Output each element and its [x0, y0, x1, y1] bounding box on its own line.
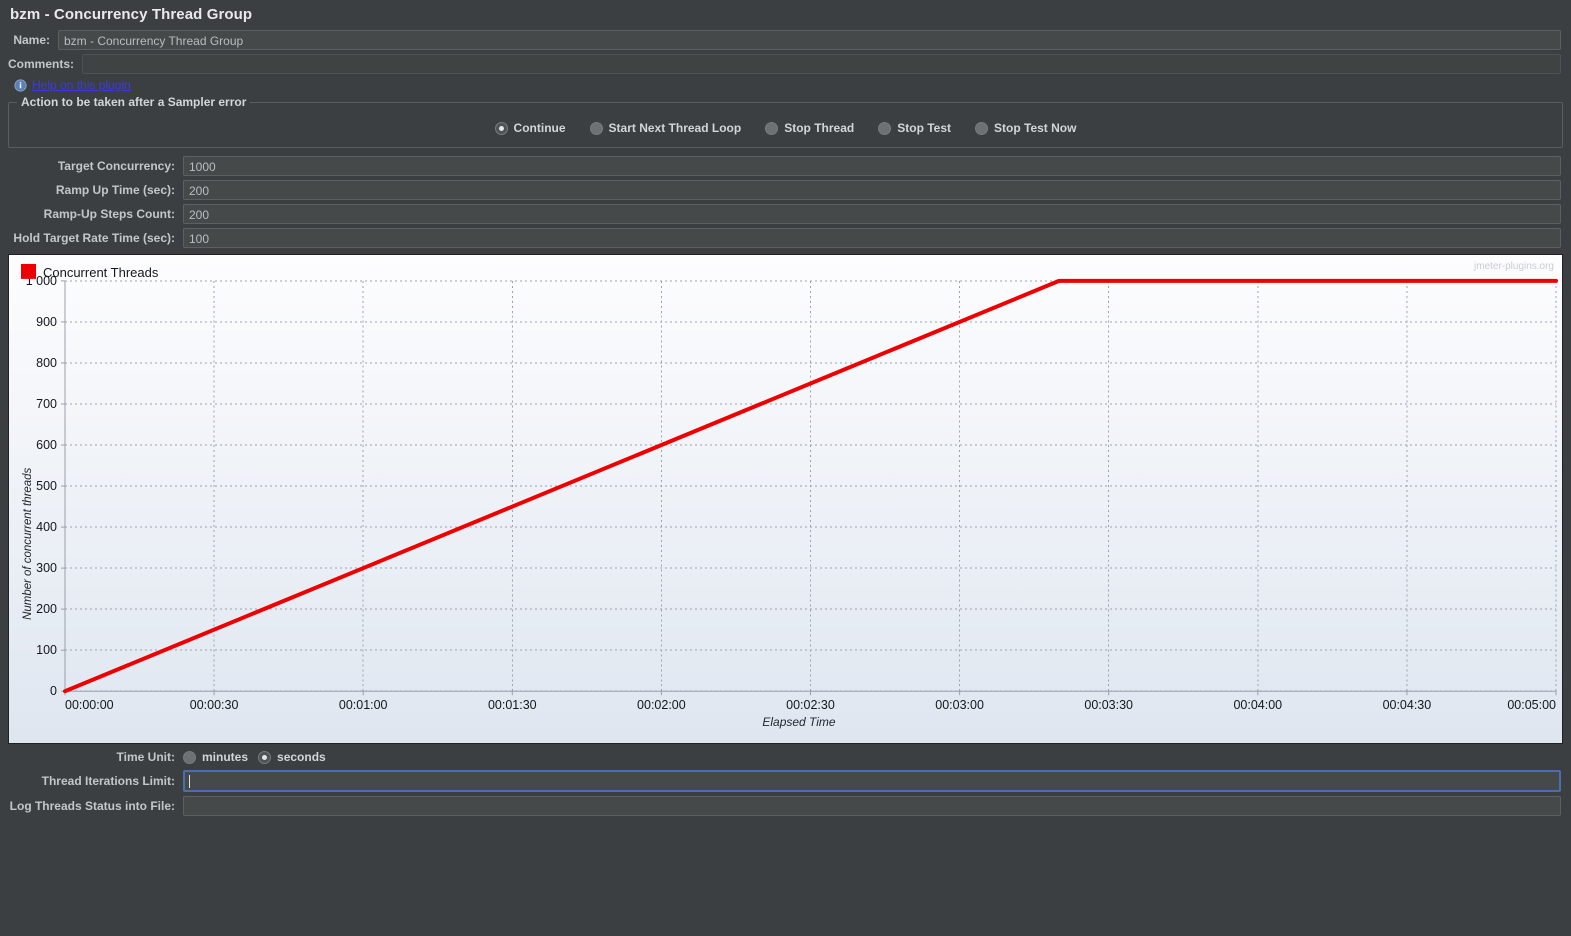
radio-stop-thread-label: Stop Thread	[784, 121, 855, 135]
radio-stop-thread-indicator[interactable]	[765, 121, 779, 135]
sampler-error-radio-group: Continue Start Next Thread Loop Stop Thr…	[9, 121, 1562, 135]
legend-color-swatch	[21, 263, 36, 279]
help-on-this-plugin-link[interactable]: Help on this plugin	[32, 78, 131, 92]
radio-minutes-label: minutes	[202, 750, 249, 764]
radio-stop-test[interactable]: Stop Test	[878, 121, 951, 135]
radio-minutes-indicator[interactable]	[183, 750, 196, 764]
svg-text:00:05:00: 00:05:00	[1507, 698, 1556, 712]
svg-text:500: 500	[36, 479, 57, 493]
chart-svg: 01002003004005006007008009001 000 00:00:…	[9, 255, 1562, 743]
sampler-error-group: Action to be taken after a Sampler error…	[8, 95, 1563, 148]
name-row: Name: bzm - Concurrency Thread Group	[0, 30, 1571, 50]
target-concurrency-row: Target Concurrency: 1000	[0, 156, 1571, 176]
svg-text:00:00:30: 00:00:30	[190, 698, 239, 712]
ramp-up-steps-count-label: Ramp-Up Steps Count:	[43, 207, 175, 221]
radio-seconds[interactable]: seconds	[258, 750, 326, 764]
svg-text:0: 0	[50, 684, 57, 698]
svg-text:800: 800	[36, 356, 57, 370]
chart-x-axis-label: Elapsed Time	[762, 715, 836, 729]
comments-row: Comments:	[0, 54, 1571, 74]
concurrency-preview-chart: 0 100 200 300 400 500 600 700 800 900 1 000 00:00:…	[8, 254, 1563, 744]
hold-target-rate-time-row: Hold Target Rate Time (sec): 100	[0, 228, 1571, 248]
svg-text:600: 600	[36, 438, 57, 452]
radio-seconds-label: seconds	[277, 750, 326, 764]
log-threads-status-row: Log Threads Status into File:	[0, 796, 1571, 816]
radio-stop-test-indicator[interactable]	[878, 121, 892, 135]
radio-minutes[interactable]: minutes	[183, 750, 248, 764]
bottom-controls: Time Unit: minutes seconds Thread Iterat…	[0, 744, 1571, 816]
svg-text:00:01:00: 00:01:00	[339, 698, 388, 712]
svg-text:00:01:30: 00:01:30	[488, 698, 537, 712]
log-threads-status-input[interactable]	[183, 796, 1561, 816]
target-concurrency-label: Target Concurrency:	[57, 159, 175, 173]
svg-text:00:02:00: 00:02:00	[637, 698, 686, 712]
svg-text:00:03:30: 00:03:30	[1084, 698, 1133, 712]
time-unit-row: Time Unit: minutes seconds	[0, 750, 1571, 764]
info-icon	[14, 78, 27, 92]
comments-label: Comments:	[8, 57, 75, 71]
name-label: Name:	[13, 33, 50, 47]
time-unit-label: Time Unit:	[116, 750, 175, 764]
radio-stop-test-label: Stop Test	[897, 121, 952, 135]
hold-target-rate-time-label: Hold Target Rate Time (sec):	[13, 231, 175, 245]
radio-stop-test-now-indicator[interactable]	[975, 121, 989, 135]
chart-watermark: jmeter-plugins.org	[1473, 261, 1554, 272]
svg-text:00:04:00: 00:04:00	[1233, 698, 1282, 712]
svg-text:00:04:30: 00:04:30	[1383, 698, 1432, 712]
ramp-up-time-input[interactable]: 200	[183, 180, 1561, 200]
svg-text:700: 700	[36, 397, 57, 411]
log-threads-status-label: Log Threads Status into File:	[9, 799, 175, 813]
thread-iterations-limit-input[interactable]	[183, 770, 1561, 792]
radio-stop-test-now-label: Stop Test Now	[994, 121, 1077, 135]
svg-text:100: 100	[36, 643, 57, 657]
svg-text:200: 200	[36, 602, 57, 616]
svg-text:400: 400	[36, 520, 57, 534]
svg-text:00:03:00: 00:03:00	[935, 698, 984, 712]
ramp-up-time-label: Ramp Up Time (sec):	[55, 183, 175, 197]
radio-seconds-indicator[interactable]	[258, 750, 272, 764]
svg-text:00:00:00: 00:00:00	[65, 698, 114, 712]
legend-label: Concurrent Threads	[43, 265, 159, 280]
sampler-error-group-title: Action to be taken after a Sampler error	[17, 95, 251, 109]
thread-iterations-limit-row: Thread Iterations Limit:	[0, 770, 1571, 792]
hold-target-rate-time-input[interactable]: 100	[183, 228, 1561, 248]
name-input[interactable]: bzm - Concurrency Thread Group	[58, 30, 1561, 50]
svg-text:00:02:30: 00:02:30	[786, 698, 835, 712]
help-row: Help on this plugin	[0, 76, 1571, 96]
radio-continue[interactable]: Continue	[494, 121, 566, 135]
svg-text:300: 300	[36, 561, 57, 575]
target-concurrency-input[interactable]: 1000	[183, 156, 1561, 176]
radio-start-next-thread-loop[interactable]: Start Next Thread Loop	[589, 121, 742, 135]
radio-stop-thread[interactable]: Stop Thread	[765, 121, 854, 135]
thread-iterations-limit-label: Thread Iterations Limit:	[41, 774, 175, 788]
page-title: bzm - Concurrency Thread Group	[10, 6, 253, 23]
ramp-up-steps-count-input[interactable]: 200	[183, 204, 1561, 224]
ramp-up-time-row: Ramp Up Time (sec): 200	[0, 180, 1571, 200]
radio-stop-test-now[interactable]: Stop Test Now	[975, 121, 1076, 135]
ramp-up-steps-count-row: Ramp-Up Steps Count: 200	[0, 204, 1571, 224]
radio-start-next-thread-loop-indicator[interactable]	[589, 121, 603, 135]
radio-continue-label: Continue	[513, 121, 566, 135]
chart-y-axis-label: Number of concurrent threads	[22, 468, 34, 620]
radio-start-next-thread-loop-label: Start Next Thread Loop	[608, 121, 742, 135]
comments-input[interactable]	[82, 54, 1561, 74]
svg-text:900: 900	[36, 315, 57, 329]
radio-continue-indicator[interactable]	[494, 121, 508, 135]
